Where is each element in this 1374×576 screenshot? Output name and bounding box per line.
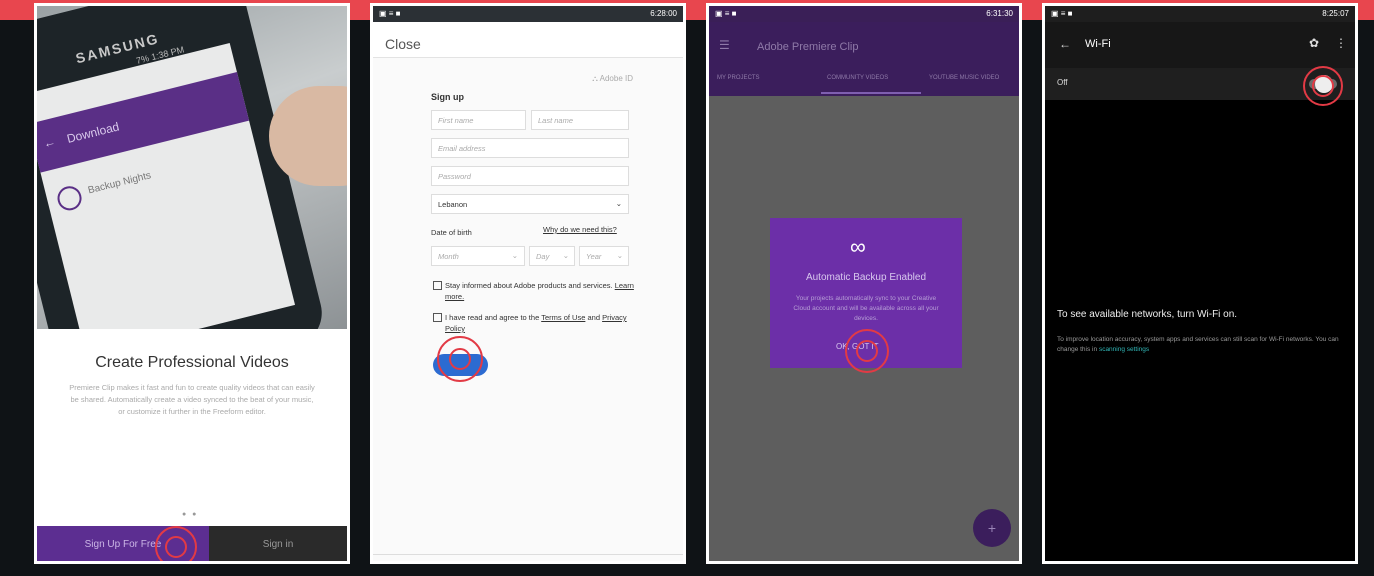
welcome-title: Create Professional Videos (95, 354, 289, 371)
phone-app-title: Download (65, 119, 121, 146)
tab-youtube-music[interactable]: YOUTUBE MUSIC VIDEO (929, 75, 999, 81)
tab-my-projects[interactable]: MY PROJECTS (717, 75, 760, 81)
status-bar: ▣ ≡ ■ 6:31:30 (709, 6, 1019, 22)
play-icon (54, 183, 85, 213)
wifi-off-label: Off (1057, 78, 1068, 87)
country-value: Lebanon (438, 200, 468, 209)
panel-welcome: SAMSUNG 7% 1:38 PM ← Download Backup Nig… (34, 3, 350, 564)
tap-highlight-ring (845, 329, 889, 373)
stay-informed-text: Stay informed about Adobe products and s… (445, 280, 635, 302)
email-field[interactable]: Email address (431, 138, 629, 158)
notification-icon: ▣ ≡ ■ (379, 9, 401, 18)
adobe-id-logo: ⛬ Adobe ID (592, 74, 633, 84)
year-select[interactable]: Year ⌄ (579, 246, 629, 266)
add-fab-button[interactable]: + (973, 509, 1011, 547)
status-bar: ▣ ≡ ■ 6:28:00 (373, 6, 683, 22)
back-arrow-icon[interactable]: ← (1059, 37, 1071, 51)
more-options-icon[interactable]: ⋮ (1335, 36, 1347, 50)
close-button[interactable]: Close (373, 22, 683, 58)
gear-icon[interactable]: ✿ (1309, 36, 1319, 50)
last-name-field[interactable]: Last name (531, 110, 629, 130)
active-tab-indicator (821, 92, 921, 94)
app-title: Adobe Premiere Clip (757, 41, 859, 53)
chevron-down-icon: ⌄ (562, 251, 569, 260)
divider (373, 554, 683, 555)
adobe-icon: ⛬ (592, 74, 598, 83)
welcome-description: Premiere Clip makes it fast and fun to c… (69, 383, 315, 416)
stay-informed-label: Stay informed about Adobe products and s… (445, 281, 613, 290)
tab-community-videos[interactable]: COMMUNITY VIDEOS (827, 75, 888, 81)
dialog-text: Your projects automatically sync to your… (793, 295, 939, 322)
dialog-title: Automatic Backup Enabled (805, 272, 927, 283)
menu-icon[interactable]: ☰ (719, 38, 730, 52)
day-value: Day (536, 252, 550, 261)
and-label: and (587, 313, 600, 322)
status-time: 8:25:07 (1322, 9, 1349, 18)
panel-wifi: ▣ ≡ ■ 8:25:07 ← Wi-Fi ✿ ⋮ Off To see ava… (1042, 3, 1358, 564)
dob-label: Date of birth (431, 228, 472, 237)
day-select[interactable]: Day ⌄ (529, 246, 575, 266)
status-bar: ▣ ≡ ■ 8:25:07 (1045, 6, 1355, 22)
month-select[interactable]: Month ⌄ (431, 246, 525, 266)
terms-link[interactable]: Terms of Use (541, 313, 585, 322)
page-indicator: ● ● (182, 511, 199, 518)
country-select[interactable]: Lebanon ⌄ (431, 194, 629, 214)
panel-backup-dialog: ▣ ≡ ■ 6:31:30 ☰ Adobe Premiere Clip MY P… (706, 3, 1022, 564)
phone-screen: ← Download Backup Nights (37, 42, 296, 329)
status-time: 6:28:00 (650, 9, 677, 18)
phone-list-item: Backup Nights (87, 170, 153, 197)
stay-informed-checkbox[interactable] (433, 281, 442, 290)
scanning-settings-link[interactable]: scanning settings (1099, 346, 1149, 353)
terms-text: I have read and agree to the Terms of Us… (445, 312, 635, 334)
chevron-down-icon: ⌄ (616, 251, 623, 260)
hero-photo: SAMSUNG 7% 1:38 PM ← Download Backup Nig… (37, 6, 347, 329)
password-field[interactable]: Password (431, 166, 629, 186)
status-time: 6:31:30 (986, 9, 1013, 18)
signup-heading: Sign up (431, 92, 464, 102)
terms-label: I have read and agree to the (445, 313, 540, 322)
wifi-header: ← Wi-Fi ✿ ⋮ (1045, 22, 1355, 68)
chevron-down-icon: ⌄ (615, 199, 622, 208)
back-arrow-icon: ← (41, 134, 57, 151)
notification-icon: ▣ ≡ ■ (715, 9, 737, 18)
tap-highlight-ring (155, 526, 197, 561)
creative-cloud-icon: ∞ (850, 234, 866, 259)
year-value: Year (586, 252, 602, 261)
terms-checkbox[interactable] (433, 313, 442, 322)
notification-icon: ▣ ≡ ■ (1051, 9, 1073, 18)
adobe-id-label: Adobe ID (599, 74, 633, 83)
tap-highlight-ring (1303, 66, 1343, 106)
wifi-off-message: To see available networks, turn Wi-Fi on… (1057, 309, 1238, 320)
app-header: ☰ Adobe Premiere Clip MY PROJECTS COMMUN… (709, 22, 1019, 96)
wifi-scan-message: To improve location accuracy, system app… (1057, 335, 1347, 355)
phone-app-bar: ← Download (37, 72, 250, 173)
panel-signup: ▣ ≡ ■ 6:28:00 Close ⛬ Adobe ID Sign up F… (370, 3, 686, 564)
chevron-down-icon: ⌄ (511, 251, 518, 260)
sign-in-button[interactable]: Sign in (209, 526, 347, 561)
month-value: Month (438, 252, 459, 261)
why-link[interactable]: Why do we need this? (543, 225, 617, 234)
first-name-field[interactable]: First name (431, 110, 526, 130)
wifi-title: Wi-Fi (1085, 38, 1111, 50)
tap-highlight-ring (437, 336, 483, 382)
